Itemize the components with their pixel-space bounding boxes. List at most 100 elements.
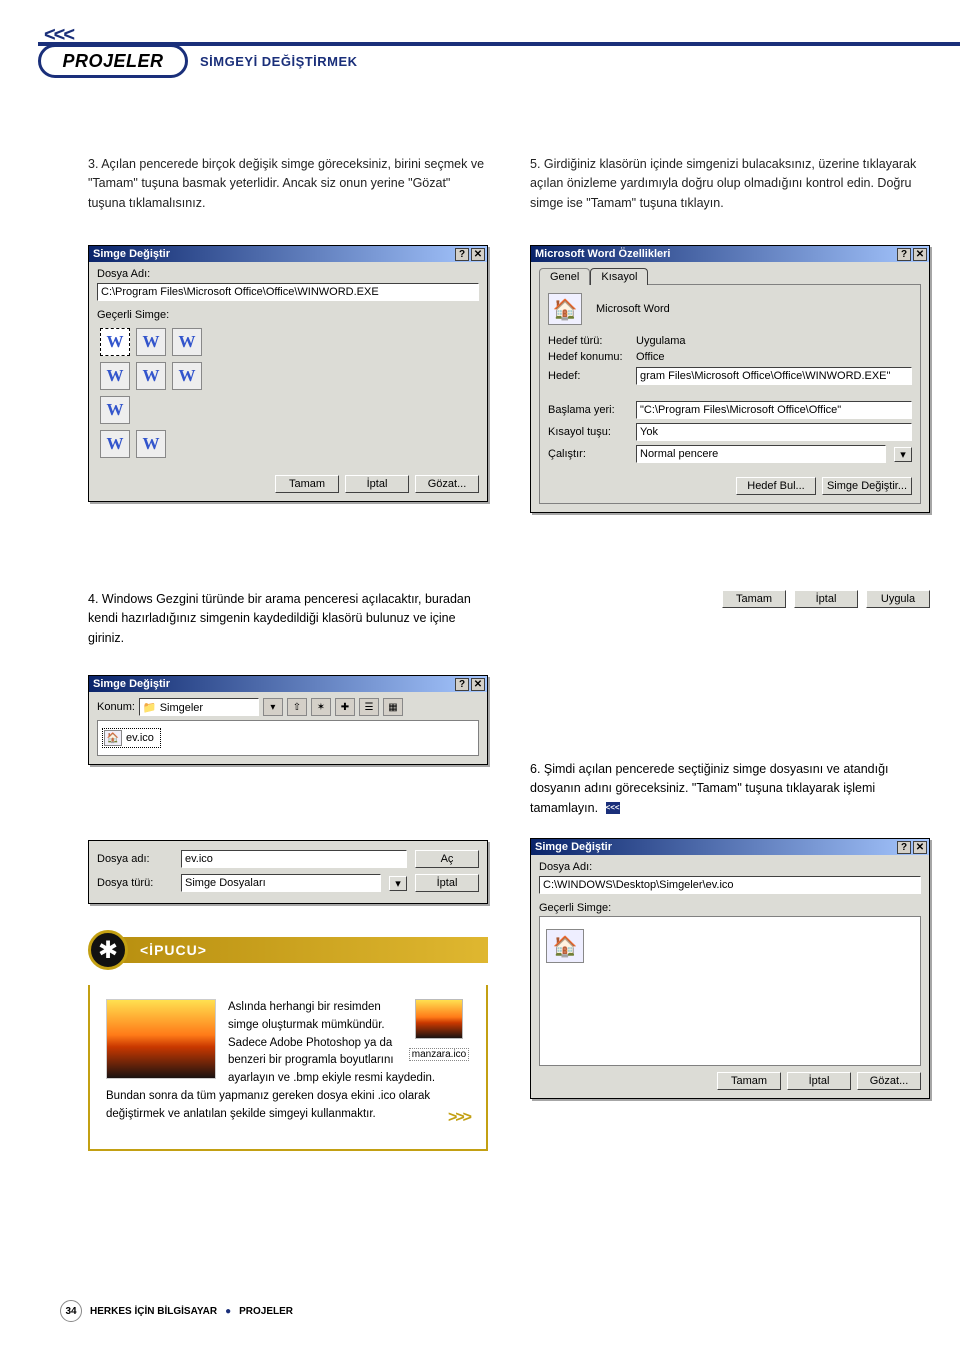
close-icon[interactable]: ✕: [913, 248, 927, 261]
dialog-title-text: Microsoft Word Özellikleri: [535, 248, 671, 260]
dialog-titlebar: Simge Değiştir ? ✕: [89, 246, 487, 262]
target-type-value: Uygulama: [636, 335, 686, 347]
apply-button[interactable]: Uygula: [866, 590, 930, 608]
cancel-button[interactable]: İptal: [345, 475, 409, 493]
target-label: Hedef:: [548, 370, 628, 382]
word-icon[interactable]: W: [100, 430, 130, 458]
ok-button[interactable]: Tamam: [717, 1072, 781, 1090]
help-icon[interactable]: ?: [455, 678, 469, 691]
dialog-titlebar: Simge Değiştir ? ✕: [531, 839, 929, 855]
cancel-button[interactable]: İptal: [787, 1072, 851, 1090]
star-icon: ✱: [88, 930, 128, 970]
word-icon[interactable]: W: [172, 328, 202, 356]
tip-heading: <İPUCU>: [120, 937, 488, 963]
file-path-input[interactable]: C:\Program Files\Microsoft Office\Office…: [97, 283, 479, 301]
word-icon[interactable]: W: [100, 396, 130, 424]
page-footer: 34 HERKES İÇİN BİLGİSAYAR ● PROJELER: [60, 1300, 293, 1322]
file-name-label: Dosya Adı:: [539, 861, 921, 873]
file-list[interactable]: 🏠 ev.ico: [97, 720, 479, 756]
browse-dialog: Simge Değiştir ? ✕ Konum: 📁 Simgeler ▾ ⇧…: [88, 675, 488, 765]
step-3-text: 3. Açılan pencerede birçok değişik simge…: [88, 155, 488, 213]
dialog-titlebar: Simge Değiştir ? ✕: [89, 676, 487, 692]
file-name-label: Dosya Adı:: [97, 268, 479, 280]
file-path-input[interactable]: C:\WINDOWS\Desktop\Simgeler\ev.ico: [539, 876, 921, 894]
house-icon[interactable]: 🏠: [546, 929, 584, 963]
up-folder-icon[interactable]: ⇧: [287, 698, 307, 716]
file-name-input[interactable]: ev.ico: [181, 850, 407, 868]
icon-grid[interactable]: WWW WWW W WW: [97, 323, 479, 469]
dialog-title-text: Simge Değiştir: [93, 248, 170, 260]
browse-button[interactable]: Gözat...: [857, 1072, 921, 1090]
landscape-image: [106, 999, 216, 1079]
ok-button[interactable]: Tamam: [722, 590, 786, 608]
page-title: SİMGEYİ DEĞİŞTİRMEK: [200, 54, 358, 69]
sample-icon-box: manzara.ico: [408, 999, 470, 1062]
thumb-caption: manzara.ico: [409, 1048, 469, 1061]
icon-preview-area: 🏠: [539, 916, 921, 1066]
run-select[interactable]: Normal pencere: [636, 445, 886, 463]
dropdown-icon[interactable]: ▾: [389, 876, 407, 891]
open-button[interactable]: Aç: [415, 850, 479, 868]
list-view-icon[interactable]: ☰: [359, 698, 379, 716]
step-6-text: 6. Şimdi açılan pencerede seçtiğiniz sim…: [530, 760, 930, 818]
ok-button[interactable]: Tamam: [275, 475, 339, 493]
tip-box: manzara.ico Aslında herhangi bir resimde…: [88, 985, 488, 1151]
properties-dialog: Microsoft Word Özellikleri ? ✕ Genel Kıs…: [530, 245, 930, 513]
startin-label: Başlama yeri:: [548, 404, 628, 416]
change-icon-dialog: Simge Değiştir ? ✕ Dosya Adı: C:\Program…: [88, 245, 488, 502]
hotkey-input[interactable]: Yok: [636, 423, 912, 441]
word-icon[interactable]: W: [172, 362, 202, 390]
tab-general[interactable]: Genel: [539, 268, 590, 285]
help-icon[interactable]: ?: [897, 841, 911, 854]
desktop-icon[interactable]: ✶: [311, 698, 331, 716]
target-loc-label: Hedef konumu:: [548, 351, 628, 363]
dialog-title-text: Simge Değiştir: [93, 678, 170, 690]
close-icon[interactable]: ✕: [471, 678, 485, 691]
location-select[interactable]: 📁 Simgeler: [139, 698, 259, 716]
landscape-thumb: [415, 999, 463, 1039]
header-section-text: PROJELER: [62, 51, 163, 72]
current-icon-label: Geçerli Simge:: [97, 309, 479, 321]
word-icon[interactable]: W: [136, 362, 166, 390]
startin-input[interactable]: "C:\Program Files\Microsoft Office\Offic…: [636, 401, 912, 419]
app-icon: 🏠: [548, 293, 582, 325]
tip-banner: ✱ <İPUCU>: [88, 930, 488, 970]
help-icon[interactable]: ?: [455, 248, 469, 261]
location-label: Konum:: [97, 701, 135, 713]
new-folder-icon[interactable]: ✚: [335, 698, 355, 716]
footer-text-2: PROJELER: [239, 1306, 293, 1317]
list-item[interactable]: 🏠 ev.ico: [102, 728, 161, 748]
details-view-icon[interactable]: ▦: [383, 698, 403, 716]
cancel-button[interactable]: İptal: [794, 590, 858, 608]
find-target-button[interactable]: Hedef Bul...: [736, 477, 816, 495]
target-input[interactable]: gram Files\Microsoft Office\Office\WINWO…: [636, 367, 912, 385]
close-icon[interactable]: ✕: [913, 841, 927, 854]
dialog-titlebar: Microsoft Word Özellikleri ? ✕: [531, 246, 929, 262]
bullet-icon: ●: [225, 1306, 231, 1317]
change-icon-button[interactable]: Simge Değiştir...: [822, 477, 912, 495]
word-icon[interactable]: W: [100, 362, 130, 390]
close-icon[interactable]: ✕: [471, 248, 485, 261]
tab-shortcut[interactable]: Kısayol: [590, 268, 648, 285]
file-name-label: Dosya adı:: [97, 853, 173, 865]
page-number: 34: [60, 1300, 82, 1322]
step-5-text: 5. Girdiğiniz klasörün içinde simgenizi …: [530, 155, 930, 213]
file-type-label: Dosya türü:: [97, 877, 173, 889]
current-icon-label: Geçerli Simge:: [539, 902, 921, 914]
file-type-select[interactable]: Simge Dosyaları: [181, 874, 381, 892]
target-type-label: Hedef türü:: [548, 335, 628, 347]
dropdown-icon[interactable]: ▾: [894, 447, 912, 462]
hotkey-label: Kısayol tuşu:: [548, 426, 628, 438]
header-badge: PROJELER: [38, 44, 188, 78]
dropdown-icon[interactable]: ▾: [263, 698, 283, 716]
word-icon[interactable]: W: [136, 328, 166, 356]
help-icon[interactable]: ?: [897, 248, 911, 261]
cancel-button[interactable]: İptal: [415, 874, 479, 892]
run-label: Çalıştır:: [548, 448, 628, 460]
dialog-title-text: Simge Değiştir: [535, 841, 612, 853]
word-icon[interactable]: W: [100, 328, 130, 356]
browse-button[interactable]: Gözat...: [415, 475, 479, 493]
change-icon-preview-dialog: Simge Değiştir ? ✕ Dosya Adı: C:\WINDOWS…: [530, 838, 930, 1099]
browse-dialog-bottom: Dosya adı: ev.ico Aç Dosya türü: Simge D…: [88, 840, 488, 904]
word-icon[interactable]: W: [136, 430, 166, 458]
